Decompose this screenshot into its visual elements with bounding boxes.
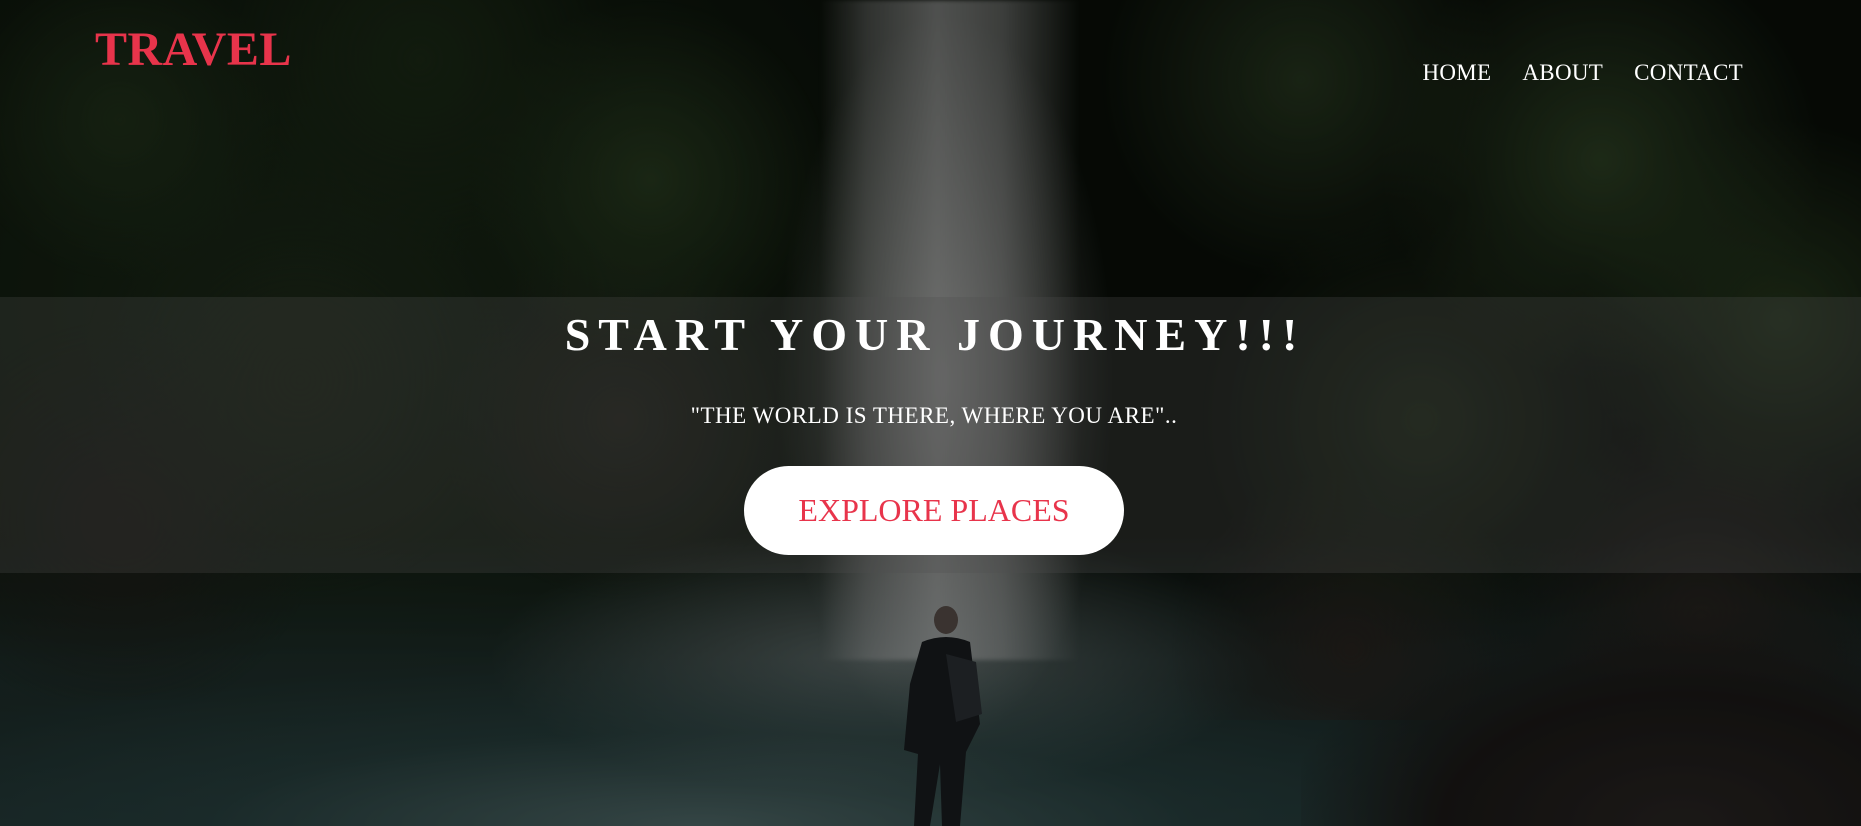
nav-link-home[interactable]: HOME <box>1422 60 1491 86</box>
site-logo[interactable]: TRAVEL <box>95 22 292 77</box>
hero-headline: START YOUR JOURNEY!!! <box>564 309 1306 360</box>
hero-quote: "THE WORLD IS THERE, WHERE YOU ARE".. <box>690 403 1178 428</box>
hero-section: TRAVEL HOME ABOUT CONTACT START YOUR JOU… <box>0 0 1861 826</box>
explore-places-button[interactable]: EXPLORE PLACES <box>744 466 1124 555</box>
person-silhouette <box>904 606 982 826</box>
nav-link-contact[interactable]: CONTACT <box>1634 60 1743 86</box>
main-nav: HOME ABOUT CONTACT <box>1422 60 1743 86</box>
nav-link-about[interactable]: ABOUT <box>1522 60 1603 86</box>
